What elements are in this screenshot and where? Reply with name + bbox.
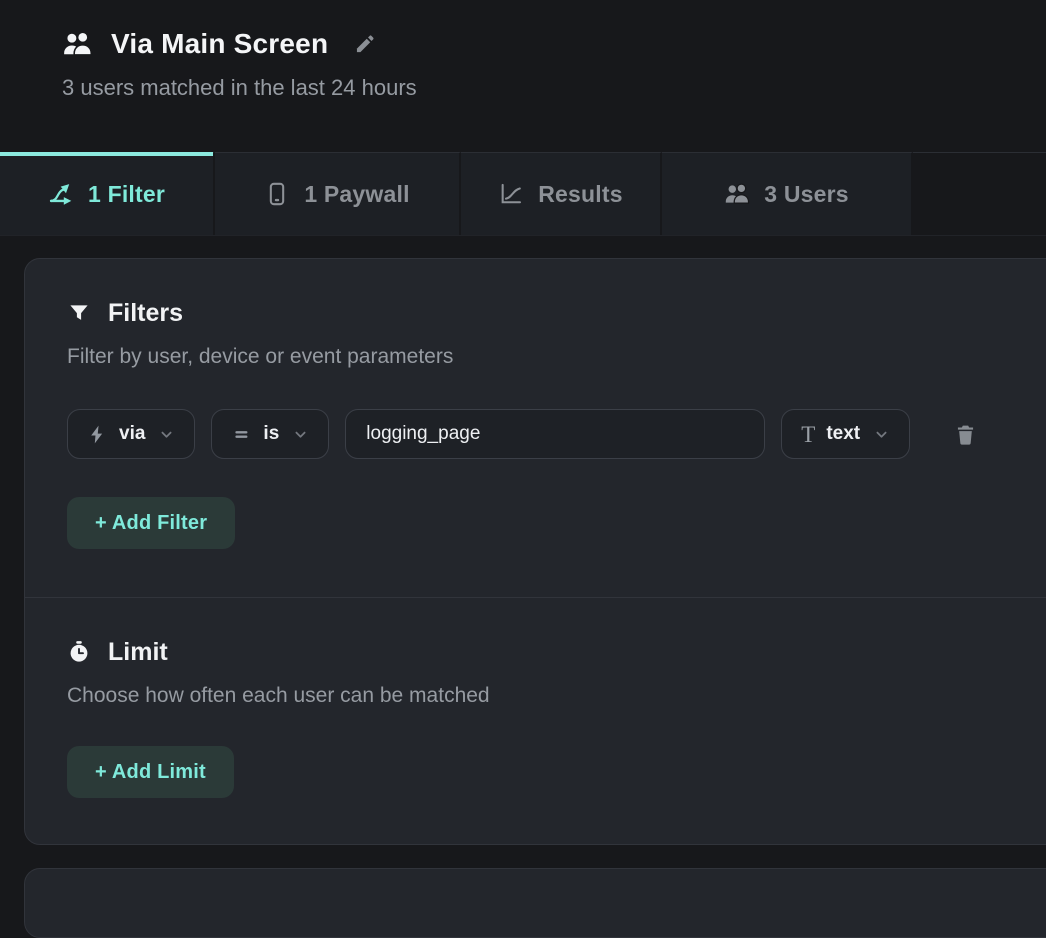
chevron-down-icon: [292, 426, 309, 443]
users-icon: [724, 181, 750, 207]
tab-label: Results: [538, 181, 622, 208]
filters-section-title: Filters: [108, 299, 183, 328]
tab-bar-filler: [913, 152, 1046, 235]
edit-title-button[interactable]: [352, 31, 378, 57]
text-type-icon: T: [801, 423, 815, 446]
delete-filter-button[interactable]: [950, 419, 981, 450]
tab-users[interactable]: 3 Users: [662, 152, 913, 235]
split-arrows-icon: [48, 181, 74, 207]
filters-section-subtitle: Filter by user, device or event paramete…: [67, 345, 1041, 369]
add-limit-button[interactable]: + Add Limit: [67, 746, 234, 798]
page-title: Via Main Screen: [111, 28, 328, 60]
filter-type-dropdown[interactable]: T text: [781, 409, 910, 459]
filter-row: via is T text: [67, 409, 1041, 459]
lightning-icon: [87, 424, 108, 445]
tab-label: 1 Paywall: [304, 181, 409, 208]
equals-icon: [231, 424, 252, 445]
filter-property-dropdown[interactable]: via: [67, 409, 195, 459]
tab-results[interactable]: Results: [461, 152, 662, 235]
funnel-icon: [67, 301, 91, 325]
smartphone-icon: [264, 181, 290, 207]
chevron-down-icon: [873, 426, 890, 443]
filters-section: Filters Filter by user, device or event …: [25, 259, 1046, 597]
filter-type-label: text: [826, 423, 860, 445]
filter-value-input[interactable]: [345, 409, 765, 459]
line-chart-icon: [498, 181, 524, 207]
filter-operator-label: is: [263, 423, 279, 445]
trash-icon: [954, 423, 977, 446]
limit-section: Limit Choose how often each user can be …: [25, 597, 1046, 844]
matched-users-summary: 3 users matched in the last 24 hours: [62, 75, 1046, 101]
tab-label: 3 Users: [764, 181, 849, 208]
stopwatch-icon: [67, 640, 91, 664]
tab-paywall[interactable]: 1 Paywall: [215, 152, 461, 235]
filter-operator-dropdown[interactable]: is: [211, 409, 329, 459]
pencil-icon: [354, 33, 376, 55]
tab-filter[interactable]: 1 Filter: [0, 152, 215, 235]
chevron-down-icon: [158, 426, 175, 443]
audience-header: Via Main Screen 3 users matched in the l…: [0, 0, 1046, 101]
add-filter-button[interactable]: + Add Filter: [67, 497, 235, 549]
next-section-card-partial: [24, 868, 1046, 938]
tab-label: 1 Filter: [88, 181, 165, 208]
tab-bar: 1 Filter 1 Paywall Results 3 Users: [0, 152, 1046, 236]
limit-section-title: Limit: [108, 638, 168, 667]
limit-section-subtitle: Choose how often each user can be matche…: [67, 684, 1041, 708]
filter-property-label: via: [119, 423, 145, 445]
users-icon: [62, 30, 93, 58]
audience-config-card: Filters Filter by user, device or event …: [24, 258, 1046, 845]
